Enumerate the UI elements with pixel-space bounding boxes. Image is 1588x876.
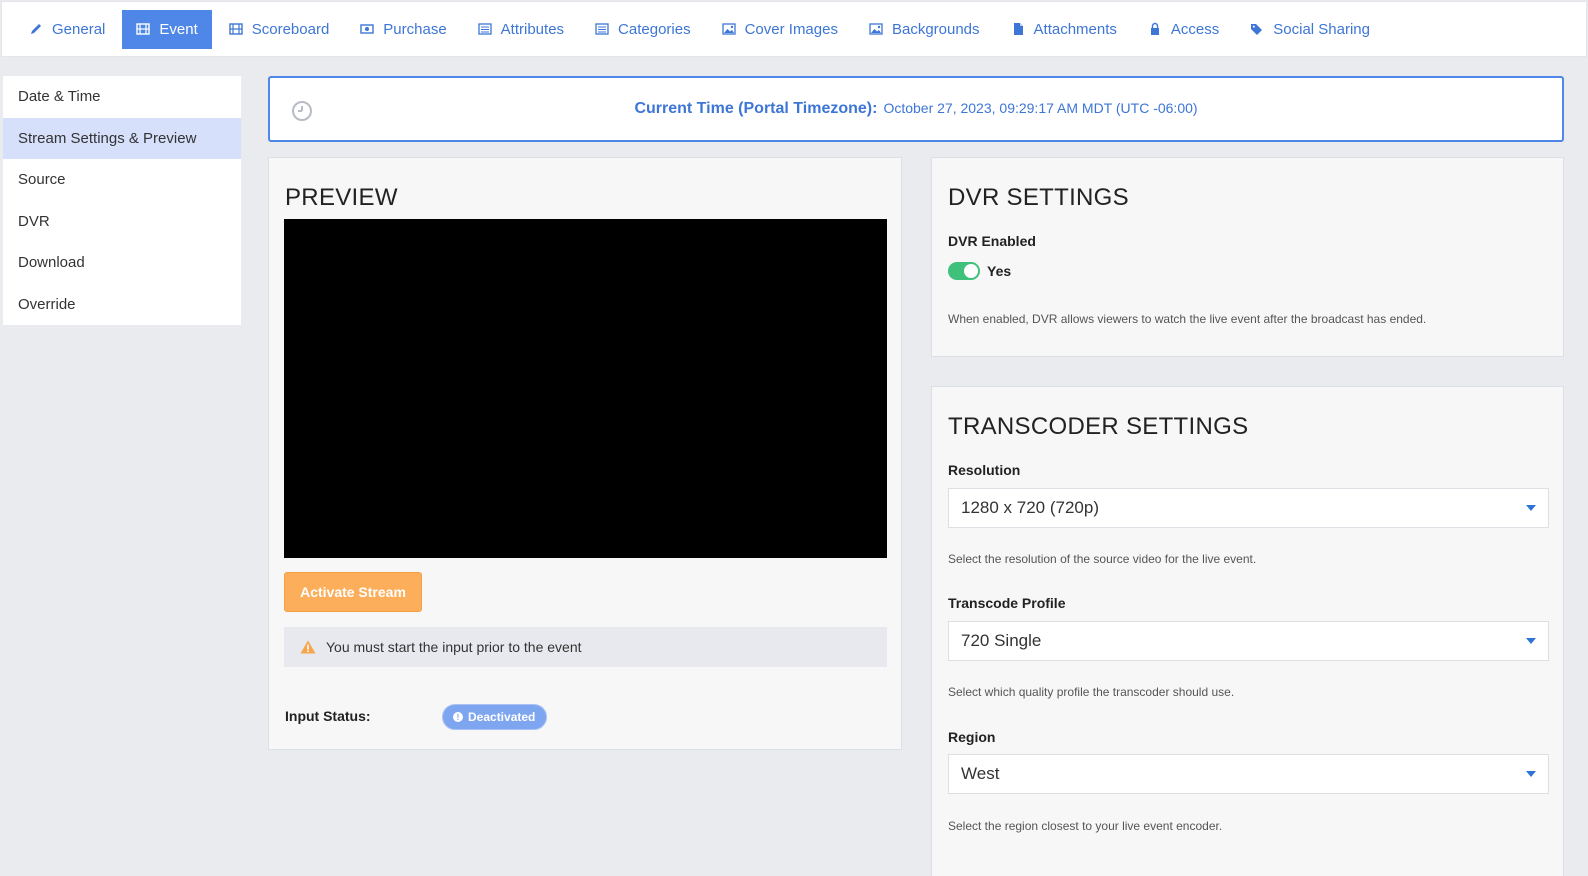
tab-event[interactable]: Event: [122, 9, 212, 49]
tab-cover-images[interactable]: Cover Images: [708, 10, 852, 49]
film-icon: [136, 22, 151, 36]
video-player[interactable]: [284, 219, 887, 558]
tab-label: Purchase: [383, 20, 447, 38]
list-icon: [595, 22, 609, 36]
subnav-item-source[interactable]: Source: [3, 159, 241, 201]
preview-panel: PREVIEW Activate Stream You must start t…: [268, 157, 902, 750]
transcoder-settings-title: TRANSCODER SETTINGS: [948, 413, 1249, 440]
tab-scoreboard[interactable]: Scoreboard: [215, 10, 344, 49]
subnav-item-label: Source: [18, 171, 66, 189]
dvr-settings-title: DVR SETTINGS: [948, 184, 1129, 211]
subnav-item-dvr[interactable]: DVR: [3, 201, 241, 243]
tab-attributes[interactable]: Attributes: [464, 10, 578, 49]
tab-label: Attachments: [1033, 20, 1117, 38]
tab-label: Access: [1170, 20, 1220, 38]
image-icon: [721, 22, 736, 36]
list-icon: [478, 22, 492, 36]
dvr-toggle-value: Yes: [987, 263, 1012, 279]
tab-attachments[interactable]: Attachments: [997, 10, 1131, 49]
info-icon: !: [453, 712, 463, 722]
tab-label: Backgrounds: [891, 20, 980, 38]
resolution-value: 1280 x 720 (720p): [961, 498, 1099, 517]
status-badge-text: Deactivated: [468, 710, 536, 724]
preview-title: PREVIEW: [285, 184, 398, 211]
current-time-banner: Current Time (Portal Timezone): October 2…: [268, 76, 1564, 142]
warning-notice: You must start the input prior to the ev…: [284, 627, 887, 667]
region-label: Region: [948, 729, 996, 745]
subnav-item-override[interactable]: Override: [3, 284, 241, 326]
dvr-enabled-toggle[interactable]: [948, 262, 980, 280]
top-tab-bar: General Event Scoreboard Purchase Attrib…: [1, 1, 1587, 57]
status-badge: ! Deactivated: [442, 704, 548, 730]
subnav-item-date-time[interactable]: Date & Time: [3, 76, 241, 118]
resolution-select[interactable]: 1280 x 720 (720p): [948, 488, 1549, 528]
input-status-label: Input Status:: [285, 708, 371, 724]
dvr-settings-panel: DVR SETTINGS DVR Enabled Yes When enable…: [931, 157, 1564, 357]
region-select[interactable]: West: [948, 754, 1549, 794]
current-time-text: Current Time (Portal Timezone): October 2…: [270, 100, 1562, 118]
file-icon: [1011, 22, 1025, 36]
transcoder-settings-panel: TRANSCODER SETTINGS Resolution 1280 x 72…: [931, 386, 1564, 876]
subnav-item-label: Stream Settings & Preview: [18, 129, 197, 147]
tab-label: Categories: [618, 20, 691, 38]
tags-icon: [1250, 22, 1264, 36]
warning-text: You must start the input prior to the ev…: [326, 639, 582, 655]
current-time-value: October 27, 2023, 09:29:17 AM MDT (UTC -…: [883, 100, 1198, 116]
tab-purchase[interactable]: Purchase: [346, 10, 460, 49]
resolution-help-text: Select the resolution of the source vide…: [948, 552, 1257, 566]
subnav-item-label: Override: [18, 295, 76, 313]
chevron-down-icon: [1526, 771, 1536, 777]
image-icon: [869, 22, 883, 36]
tab-categories[interactable]: Categories: [581, 10, 705, 49]
transcode-profile-label: Transcode Profile: [948, 595, 1066, 611]
subnav-item-label: DVR: [18, 212, 50, 230]
sub-navigation: Date & Time Stream Settings & Preview So…: [3, 76, 241, 325]
tab-social-sharing[interactable]: Social Sharing: [1236, 10, 1384, 49]
toggle-knob: [964, 264, 978, 278]
pencil-icon: [29, 22, 43, 36]
tab-label: Event: [159, 20, 198, 38]
chevron-down-icon: [1526, 638, 1536, 644]
subnav-item-download[interactable]: Download: [3, 242, 241, 284]
money-icon: [360, 22, 374, 36]
transcode-profile-select[interactable]: 720 Single: [948, 621, 1549, 661]
film-icon: [229, 22, 243, 36]
tab-label: Cover Images: [744, 20, 838, 38]
tab-label: Social Sharing: [1273, 20, 1370, 38]
activate-stream-button[interactable]: Activate Stream: [284, 572, 422, 612]
tab-label: Attributes: [500, 20, 565, 38]
tab-general[interactable]: General: [15, 10, 119, 49]
chevron-down-icon: [1526, 505, 1536, 511]
tab-label: Scoreboard: [251, 20, 330, 38]
region-help-text: Select the region closest to your live e…: [948, 819, 1223, 833]
lock-icon: [1148, 22, 1162, 36]
warning-icon: [300, 640, 316, 654]
current-time-label: Current Time (Portal Timezone):: [634, 100, 878, 117]
subnav-item-stream-settings[interactable]: Stream Settings & Preview: [3, 117, 241, 159]
transcode-profile-value: 720 Single: [961, 631, 1042, 650]
transcode-profile-help-text: Select which quality profile the transco…: [948, 685, 1235, 699]
subnav-item-label: Date & Time: [18, 88, 101, 106]
tab-label: General: [52, 20, 106, 38]
tab-backgrounds[interactable]: Backgrounds: [855, 10, 994, 49]
region-value: West: [961, 764, 1000, 783]
subnav-item-label: Download: [18, 254, 85, 272]
resolution-label: Resolution: [948, 462, 1021, 478]
dvr-help-text: When enabled, DVR allows viewers to watc…: [948, 312, 1427, 326]
tab-access[interactable]: Access: [1134, 10, 1233, 49]
dvr-enabled-label: DVR Enabled: [948, 233, 1036, 249]
